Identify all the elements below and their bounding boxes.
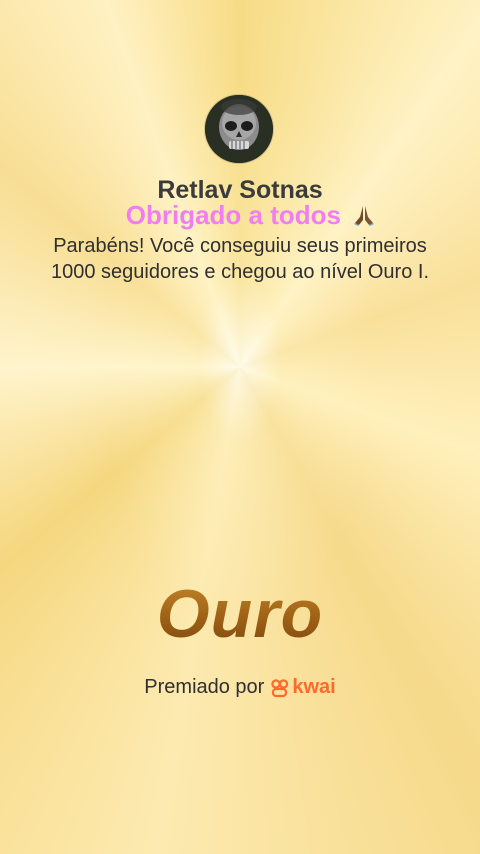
kwai-brand-name: kwai	[292, 676, 336, 698]
achievement-message: Parabéns! Você conseguiu seus primeiros …	[50, 235, 430, 283]
avatar	[205, 95, 273, 163]
level-title: Ouro	[0, 575, 480, 653]
folded-hands-icon	[352, 203, 376, 230]
kwai-logo-icon	[270, 678, 290, 698]
kwai-brand: kwai	[270, 676, 336, 699]
caption: Obrigado a todos	[0, 200, 480, 231]
caption-text: Obrigado a todos	[125, 200, 341, 230]
awarded-by: Premiado por kwai	[0, 676, 480, 699]
skull-mask-avatar-icon	[205, 95, 273, 163]
awarded-by-label: Premiado por	[144, 676, 265, 698]
